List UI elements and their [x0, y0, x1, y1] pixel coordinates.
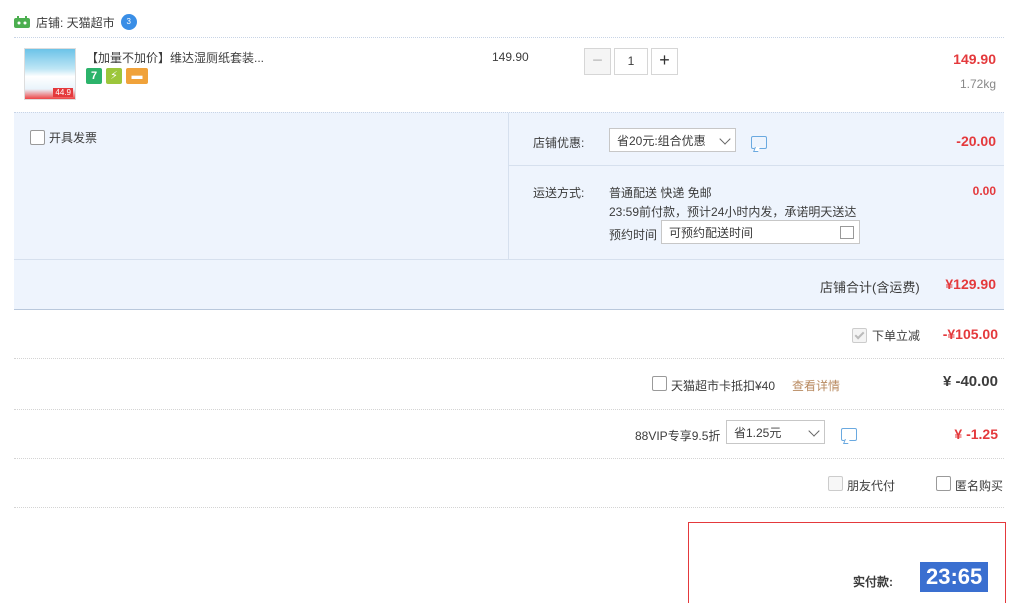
reserve-time-input[interactable]: 可预约配送时间 [661, 220, 860, 244]
seven-day-return-icon[interactable]: 7 [86, 68, 102, 84]
instant-discount-row: 下单立减 -¥105.00 [14, 310, 1004, 359]
calendar-icon [840, 226, 854, 239]
quantity-stepper: − 1 + [584, 48, 678, 75]
invoice-option[interactable]: 开具发票 [30, 129, 97, 146]
divider [14, 259, 1004, 260]
invoice-label: 开具发票 [49, 131, 98, 145]
reserve-time-placeholder: 可预约配送时间 [669, 226, 754, 240]
instant-discount-value: -¥105.00 [942, 326, 998, 342]
friend-pay-label: 朋友代付 [847, 479, 896, 493]
friend-pay-checkbox[interactable] [828, 476, 843, 491]
chevron-down-icon [808, 425, 820, 437]
vip-discount-select[interactable]: 省1.25元 [726, 420, 825, 444]
quantity-increase-button[interactable]: + [651, 48, 678, 75]
quantity-input[interactable]: 1 [614, 48, 648, 75]
shop-total-label: 店铺合计(含运费) [820, 280, 920, 295]
supermarket-card-value: ¥ -40.00 [942, 373, 998, 390]
cart-item-row: 44.9 【加量不加价】维达湿厕纸套装... 7 ⚡ ▬ 149.90 − 1 … [14, 37, 1004, 113]
item-subtotal: 149.90 [953, 51, 996, 67]
shop-header: 店铺: 天猫超市 3 [14, 12, 137, 32]
card-payment-icon[interactable]: ▬ [126, 68, 148, 84]
vip-discount-selected-value: 省1.25元 [734, 426, 782, 440]
shop-discount-selected-value: 省20元:组合优惠 [617, 134, 706, 148]
anonymous-purchase-checkbox[interactable] [936, 476, 951, 491]
shipping-label: 运送方式: [533, 186, 585, 200]
shop-discount-label: 店铺优惠: [533, 136, 585, 150]
shipping-note: 23:59前付款，预计24小时内发，承诺明天送达 [609, 205, 857, 219]
instant-discount-checkbox[interactable] [852, 328, 867, 343]
instant-discount-label: 下单立减 [872, 329, 921, 343]
reserve-time-label: 预约时间 [609, 228, 658, 242]
shipping-method: 普通配送 快递 免邮 [609, 186, 712, 200]
unit-price: 149.90 [492, 50, 529, 64]
vip-info-icon[interactable] [841, 428, 857, 441]
shop-total-value: ¥129.90 [945, 276, 996, 292]
item-weight: 1.72kg [959, 77, 996, 91]
thumbnail-price-tag: 44.9 [53, 88, 73, 97]
shop-discount-select[interactable]: 省20元:组合优惠 [609, 128, 736, 152]
anonymous-purchase-label: 匿名购买 [955, 479, 1004, 493]
invoice-checkbox[interactable] [30, 130, 45, 145]
vip-discount-label: 88VIP专享9.5折 [635, 429, 721, 443]
shipping-fee: 0.00 [972, 184, 996, 198]
vip-discount-row: 88VIP专享9.5折 省1.25元 ¥ -1.25 [14, 410, 1004, 459]
divider [508, 165, 1004, 166]
supermarket-card-row: 天猫超市卡抵扣¥40 查看详情 ¥ -40.00 [14, 359, 1004, 410]
supermarket-card-label: 天猫超市卡抵扣¥40 [671, 379, 776, 393]
shop-discount-value: -20.00 [956, 133, 996, 149]
shop-name[interactable]: 店铺: 天猫超市 [36, 14, 115, 31]
quantity-decrease-button[interactable]: − [584, 48, 611, 75]
supermarket-card-checkbox[interactable] [652, 376, 667, 391]
countdown-timer: 23:65 [920, 562, 989, 592]
fast-delivery-icon[interactable]: ⚡ [106, 68, 122, 84]
product-thumbnail[interactable]: 44.9 [24, 48, 76, 100]
service-badges: 7 ⚡ ▬ [86, 68, 148, 84]
order-options-panel: 开具发票 店铺优惠: 省20元:组合优惠 -20.00 运送方式: 普通配送 快… [14, 112, 1004, 310]
chevron-down-icon [719, 133, 731, 145]
divider [508, 113, 509, 259]
wangwang-chat-icon[interactable]: 3 [120, 14, 137, 30]
product-title-link[interactable]: 【加量不加价】维达湿厕纸套装... [86, 49, 264, 66]
discount-info-icon[interactable] [751, 136, 767, 149]
payment-options-row: 朋友代付 匿名购买 [14, 459, 1004, 508]
vip-discount-value: ¥ -1.25 [954, 426, 998, 442]
tmall-logo-icon [14, 16, 30, 28]
pay-amount-label: 实付款: [853, 575, 893, 589]
view-details-link[interactable]: 查看详情 [792, 377, 840, 394]
